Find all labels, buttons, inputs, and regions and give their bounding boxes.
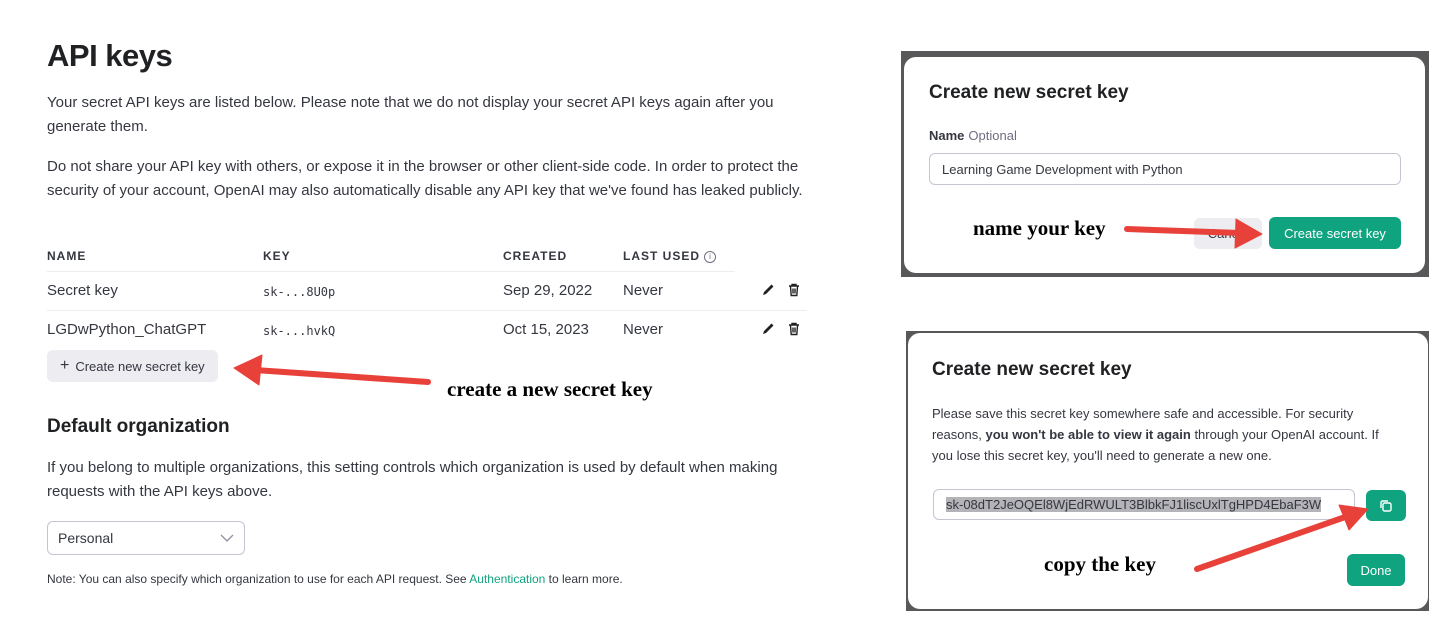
column-header-key: KEY (263, 249, 291, 263)
done-button[interactable]: Done (1347, 554, 1405, 586)
default-organization-description: If you belong to multiple organizations,… (47, 459, 778, 500)
trash-icon[interactable] (786, 282, 802, 298)
info-icon[interactable]: i (704, 251, 717, 263)
cancel-button[interactable]: Cancel (1194, 218, 1262, 249)
annotation-name-key: name your key (973, 216, 1106, 240)
column-header-name: NAME (47, 249, 87, 263)
create-secret-key-button[interactable]: Create secret key (1269, 217, 1401, 249)
copy-button[interactable] (1366, 490, 1406, 521)
message-bold: you won't be able to view it again (985, 427, 1191, 442)
key-last-used: Never (623, 282, 664, 299)
default-organization-title: Default organization (47, 416, 230, 437)
name-label: Name (929, 128, 965, 143)
save-secret-key-modal: Create new secret key Please save this s… (908, 333, 1428, 609)
table-row: LGDwPython_ChatGPT sk-...hvkQ Oct 15, 20… (47, 311, 807, 349)
organization-select[interactable]: Personal (47, 521, 245, 555)
key-name: LGDwPython_ChatGPT (47, 321, 207, 338)
column-header-created: CREATED (503, 249, 568, 263)
optional-label: Optional (968, 128, 1017, 143)
authentication-link[interactable]: Authentication (469, 572, 545, 586)
annotation-copy-key: copy the key (1044, 552, 1156, 576)
table-row: Secret key sk-...8U0p Sep 29, 2022 Never (47, 272, 807, 310)
save-key-message: Please save this secret key somewhere sa… (932, 403, 1402, 466)
column-header-last-used: LAST USED i (623, 249, 717, 263)
security-warning-paragraph: Do not share your API key with others, o… (47, 158, 803, 199)
chevron-down-icon (220, 534, 234, 542)
plus-icon: + (60, 357, 70, 374)
pencil-icon[interactable] (760, 282, 776, 298)
annotation-create-key: create a new secret key (447, 377, 653, 401)
trash-icon[interactable] (786, 321, 802, 337)
pencil-icon[interactable] (760, 321, 776, 337)
organization-select-value: Personal (58, 530, 114, 546)
key-last-used: Never (623, 321, 664, 338)
column-header-last-used-label: LAST USED (623, 249, 701, 263)
key-masked-value: sk-...8U0p (263, 285, 336, 299)
key-created-date: Oct 15, 2023 (503, 321, 589, 338)
modal-title: Create new secret key (932, 359, 1132, 380)
modal-title: Create new secret key (929, 82, 1129, 103)
key-created-date: Sep 29, 2022 (503, 282, 593, 299)
arrow-to-create-button (233, 354, 431, 386)
copy-icon (1380, 499, 1392, 512)
key-name-input[interactable] (929, 153, 1401, 185)
secret-key-value: sk-08dT2JeOQEl8WjEdRWULT3BlbkFJ1liscUxlT… (946, 497, 1322, 512)
intro-paragraph: Your secret API keys are listed below. P… (47, 94, 774, 135)
key-masked-value: sk-...hvkQ (263, 324, 336, 338)
create-new-secret-key-label: Create new secret key (75, 358, 205, 374)
organization-note: Note: You can also specify which organiz… (47, 572, 623, 586)
create-new-secret-key-button[interactable]: + Create new secret key (47, 350, 218, 382)
secret-key-field[interactable]: sk-08dT2JeOQEl8WjEdRWULT3BlbkFJ1liscUxlT… (933, 489, 1355, 520)
page-title: API keys (47, 38, 173, 73)
key-name: Secret key (47, 282, 118, 299)
note-suffix: to learn more. (545, 572, 623, 586)
name-field-label: Name Optional (929, 128, 1017, 143)
note-prefix: Note: You can also specify which organiz… (47, 572, 470, 586)
